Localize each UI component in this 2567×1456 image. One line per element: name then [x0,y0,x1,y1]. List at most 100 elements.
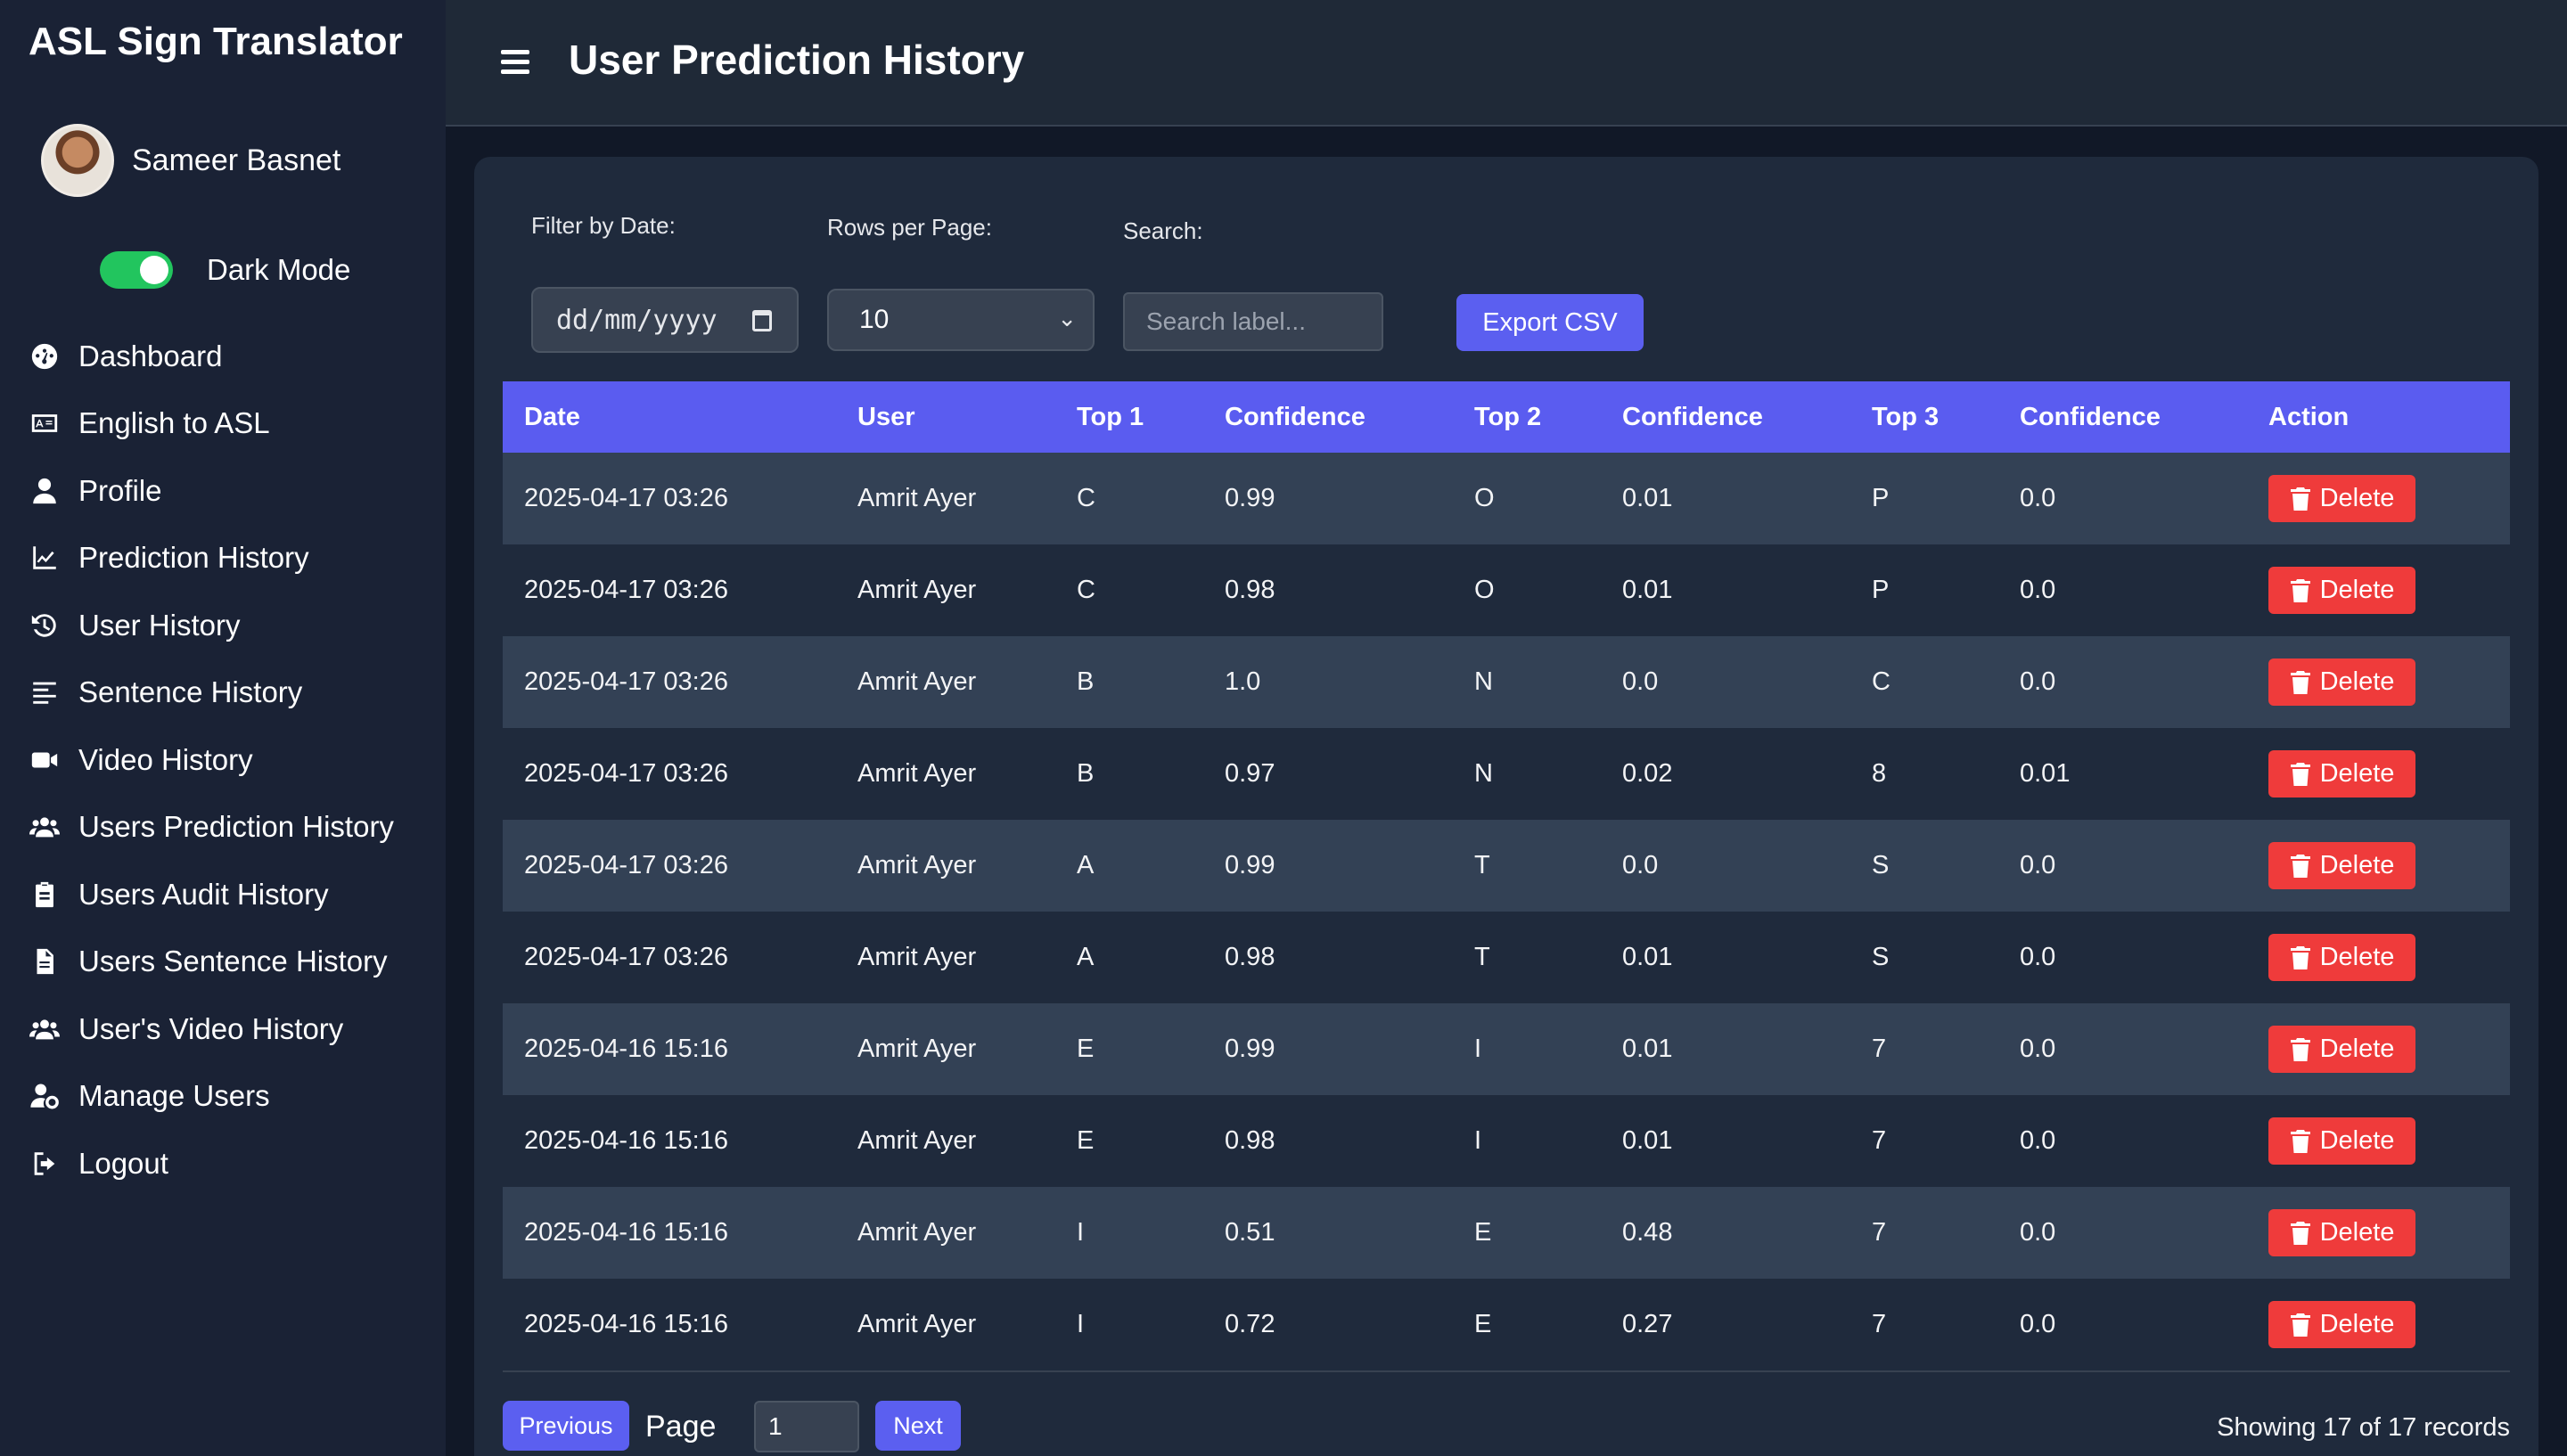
delete-label: Delete [2319,1310,2395,1338]
avatar[interactable] [41,124,114,197]
delete-button[interactable]: Delete [2268,567,2415,614]
cell-top3: S [1872,851,1890,879]
trash-icon [2290,762,2310,786]
sidebar-item-prediction-history[interactable]: Prediction History [27,525,394,593]
cell-confidence-2: 0.01 [1622,576,1673,604]
cell-date: 2025-04-16 15:16 [524,1218,728,1247]
cell-confidence-3: 0.0 [2020,943,2056,971]
users-icon [27,1011,62,1047]
cell-user: Amrit Ayer [857,1310,977,1338]
sidebar-item-sentence-history[interactable]: Sentence History [27,659,394,727]
cell-top3: 7 [1872,1218,1887,1247]
date-filter-input[interactable]: dd/mm/yyyy [531,287,799,353]
delete-button[interactable]: Delete [2268,750,2415,798]
table-row: 2025-04-17 03:26 Amrit Ayer B 0.97 N 0.02 8 0.0… [503,728,2510,820]
date-placeholder: dd/mm/yyyy [556,304,718,336]
cell-date: 2025-04-16 15:16 [524,1310,728,1338]
search-input[interactable] [1123,292,1383,351]
pagination: Previous Page Next Showing 17 of 17 reco… [503,1401,2510,1452]
calendar-icon[interactable] [752,310,772,331]
delete-button[interactable]: Delete [2268,1026,2415,1073]
cell-confidence-2: 0.01 [1622,484,1673,512]
delete-label: Delete [2319,1035,2395,1063]
delete-button[interactable]: Delete [2268,1209,2415,1256]
page-number-input[interactable] [754,1401,859,1452]
delete-button[interactable]: Delete [2268,842,2415,889]
cell-top2: E [1474,1218,1492,1247]
cell-date: 2025-04-16 15:16 [524,1126,728,1155]
delete-label: Delete [2319,576,2395,604]
table-body: 2025-04-17 03:26 Amrit Ayer C 0.99 O 0.01 P 0.0… [503,453,2510,1370]
delete-button[interactable]: Delete [2268,1301,2415,1348]
sidebar-item-manage-users[interactable]: Manage Users [27,1063,394,1131]
rows-per-page-select[interactable]: 10 ⌄ [827,289,1095,351]
cell-date: 2025-04-17 03:26 [524,851,728,879]
sidebar-item-label: Manage Users [78,1079,270,1113]
cell-top2: T [1474,943,1490,971]
cell-confidence-2: 0.27 [1622,1310,1673,1338]
cell-top3: S [1872,943,1890,971]
cell-confidence-3: 0.0 [2020,667,2056,696]
delete-button[interactable]: Delete [2268,475,2415,522]
cell-top2: E [1474,1310,1492,1338]
cell-confidence-3: 0.0 [2020,484,2056,512]
sidebar-item-english-to-asl[interactable]: English to ASL [27,390,394,458]
sidebar-item-user-history[interactable]: User History [27,592,394,659]
cell-confidence-1: 0.98 [1225,576,1275,604]
cell-top3: 7 [1872,1310,1887,1338]
cell-top1: E [1077,1126,1095,1155]
trash-icon [2290,945,2310,969]
export-csv-button[interactable]: Export CSV [1456,294,1644,351]
cell-confidence-3: 0.0 [2020,851,2056,879]
sidebar-item-video-history[interactable]: Video History [27,726,394,794]
dark-mode-toggle[interactable] [100,251,173,289]
next-button[interactable]: Next [875,1401,961,1451]
history-icon [27,608,62,643]
cell-confidence-1: 0.72 [1225,1310,1275,1338]
cell-confidence-3: 0.01 [2020,759,2071,788]
logout-icon [27,1146,62,1182]
table-row: 2025-04-17 03:26 Amrit Ayer A 0.98 T 0.01 S 0.0… [503,912,2510,1003]
trash-icon [2290,1037,2310,1061]
cell-top2: O [1474,576,1495,604]
table-row: 2025-04-17 03:26 Amrit Ayer B 1.0 N 0.0 C 0.0 De… [503,636,2510,728]
page-label: Page [645,1410,717,1444]
sidebar-item-users-audit-history[interactable]: Users Audit History [27,861,394,928]
delete-button[interactable]: Delete [2268,658,2415,706]
delete-label: Delete [2319,667,2395,696]
cell-top3: C [1872,667,1890,696]
sidebar-item-profile[interactable]: Profile [27,457,394,525]
sidebar-item-users-video-history[interactable]: User's Video History [27,995,394,1063]
cell-confidence-1: 0.97 [1225,759,1275,788]
cell-date: 2025-04-17 03:26 [524,943,728,971]
previous-button[interactable]: Previous [503,1401,629,1451]
trash-icon [2290,670,2310,694]
cell-top3: 7 [1872,1126,1887,1155]
cell-top1: A [1077,943,1095,971]
records-count: Showing 17 of 17 records [2217,1413,2510,1442]
sidebar-item-users-sentence-history[interactable]: Users Sentence History [27,928,394,996]
cell-confidence-3: 0.0 [2020,1126,2056,1155]
hamburger-menu-icon[interactable] [501,50,529,75]
sidebar-item-logout[interactable]: Logout [27,1130,394,1198]
table-row: 2025-04-17 03:26 Amrit Ayer C 0.99 O 0.01 P 0.0… [503,453,2510,544]
col-top2: Top 2 [1474,403,1542,431]
sidebar-item-users-prediction-history[interactable]: Users Prediction History [27,794,394,862]
cell-top1: A [1077,851,1095,879]
cell-user: Amrit Ayer [857,851,977,879]
page-title: User Prediction History [569,37,1025,83]
delete-button[interactable]: Delete [2268,934,2415,981]
delete-button[interactable]: Delete [2268,1117,2415,1165]
dark-mode-label: Dark Mode [207,253,351,286]
table-divider [503,1370,2510,1372]
sidebar-item-dashboard[interactable]: Dashboard [27,323,394,390]
user-profile[interactable]: Sameer Basnet [41,123,340,198]
cell-top2: I [1474,1035,1482,1063]
users-icon [27,809,62,845]
col-action: Action [2268,403,2350,431]
cell-top2: N [1474,667,1493,696]
cell-confidence-3: 0.0 [2020,1218,2056,1247]
cell-date: 2025-04-17 03:26 [524,484,728,512]
align-left-icon [27,675,62,710]
table-row: 2025-04-16 15:16 Amrit Ayer E 0.98 I 0.01 7 0.0… [503,1095,2510,1187]
